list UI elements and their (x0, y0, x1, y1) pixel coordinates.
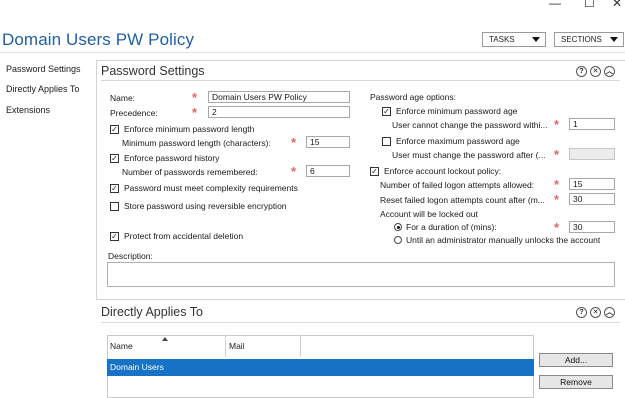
nav-password-settings[interactable]: Password Settings (6, 64, 81, 74)
duration-radio[interactable] (394, 223, 402, 231)
column-header-name[interactable]: Name (110, 341, 133, 351)
protect-deletion-checkbox[interactable]: ✓ (110, 232, 119, 241)
complexity-checkbox[interactable]: ✓ (110, 184, 119, 193)
enforce-min-length-label: Enforce minimum password length (124, 124, 255, 134)
add-button[interactable]: Add... (539, 353, 613, 367)
enforce-max-age-checkbox[interactable] (382, 137, 391, 146)
min-age-field[interactable]: 1 (569, 118, 615, 130)
nav-directly-applies-to[interactable]: Directly Applies To (6, 84, 79, 94)
history-label: Number of passwords remembered: (122, 167, 258, 177)
tasks-dropdown[interactable]: TASKS (482, 32, 546, 47)
enforce-history-label: Enforce password history (124, 153, 220, 163)
tasks-label: TASKS (489, 35, 515, 44)
minimize-button[interactable]: — (549, 0, 561, 10)
required-icon: * (291, 164, 297, 179)
reset-after-field[interactable]: 30 (569, 193, 615, 205)
enforce-min-length-checkbox[interactable]: ✓ (110, 125, 119, 134)
help-icon[interactable]: ? (576, 307, 587, 318)
reversible-encryption-checkbox[interactable] (110, 202, 119, 211)
section-divider (101, 80, 620, 81)
maximize-button[interactable]: ☐ (584, 0, 595, 10)
reversible-encryption-label: Store password using reversible encrypti… (124, 201, 287, 211)
name-field[interactable]: Domain Users PW Policy (208, 91, 350, 103)
close-icon[interactable]: ✕ (590, 307, 601, 318)
enforce-max-age-label: Enforce maximum password age (396, 136, 520, 146)
protect-deletion-label: Protect from accidental deletion (124, 231, 244, 241)
column-separator (225, 335, 226, 357)
required-icon: * (554, 117, 560, 132)
locked-out-label: Account will be locked out (380, 209, 478, 219)
collapse-icon[interactable]: ︿ (604, 307, 615, 318)
directly-applies-to-title: Directly Applies To (101, 305, 203, 319)
directly-applies-to-controls: ? ✕ ︿ (576, 307, 615, 318)
complexity-label: Password must meet complexity requiremen… (124, 183, 298, 193)
remove-button[interactable]: Remove (539, 375, 613, 389)
collapse-icon[interactable]: ︿ (604, 66, 615, 77)
min-length-label: Minimum password length (characters): (122, 138, 271, 148)
admin-unlock-radio[interactable] (394, 236, 402, 244)
history-field[interactable]: 6 (306, 165, 350, 177)
enforce-history-checkbox[interactable]: ✓ (110, 154, 119, 163)
lockout-policy-label: Enforce account lockout policy: (384, 166, 502, 176)
precedence-label: Precedence: (110, 108, 158, 118)
close-window-button[interactable]: ✕ (612, 0, 622, 10)
required-icon: * (554, 177, 560, 192)
precedence-field[interactable]: 2 (208, 106, 350, 118)
max-age-label: User must change the password after (... (392, 150, 546, 160)
title-divider (0, 52, 625, 53)
enforce-min-age-label: Enforce minimum password age (396, 106, 518, 116)
duration-label: For a duration of (mins): (406, 222, 497, 232)
min-length-field[interactable]: 15 (306, 136, 350, 148)
enforce-min-age-checkbox[interactable]: ✓ (382, 107, 391, 116)
required-icon: * (192, 105, 198, 120)
description-field[interactable] (107, 262, 615, 287)
close-icon[interactable]: ✕ (590, 66, 601, 77)
age-options-label: Password age options: (370, 92, 456, 102)
required-icon: * (192, 90, 198, 105)
table-row[interactable]: Domain Users (107, 359, 534, 376)
password-settings-title: Password Settings (101, 64, 205, 78)
help-icon[interactable]: ? (576, 66, 587, 77)
lockout-policy-checkbox[interactable]: ✓ (370, 167, 379, 176)
sections-dropdown[interactable]: SECTIONS (554, 32, 624, 47)
required-icon: * (554, 220, 560, 235)
name-label: Name: (110, 93, 136, 103)
nav-extensions[interactable]: Extensions (6, 105, 50, 115)
duration-field[interactable]: 30 (569, 221, 615, 233)
required-icon: * (554, 192, 560, 207)
max-age-field[interactable] (569, 148, 615, 160)
sort-ascending-icon (162, 337, 168, 341)
description-label: Description: (108, 251, 153, 261)
failed-attempts-field[interactable]: 15 (569, 178, 615, 190)
reset-after-label: Reset failed logon attempts count after … (380, 195, 545, 205)
failed-attempts-label: Number of failed logon attempts allowed: (380, 180, 535, 190)
column-header-mail[interactable]: Mail (229, 341, 245, 351)
admin-unlock-label: Until an administrator manually unlocks … (406, 235, 601, 245)
sections-label: SECTIONS (561, 35, 602, 44)
password-settings-controls: ? ✕ ︿ (576, 66, 615, 77)
required-icon: * (554, 147, 560, 162)
section-divider (101, 322, 620, 323)
page-title: Domain Users PW Policy (2, 30, 195, 49)
chevron-down-icon (610, 37, 618, 42)
chevron-down-icon (532, 37, 540, 42)
required-icon: * (291, 135, 297, 150)
min-age-label: User cannot change the password withi... (392, 120, 548, 130)
column-separator (300, 335, 301, 357)
row-name-cell: Domain Users (110, 362, 164, 372)
